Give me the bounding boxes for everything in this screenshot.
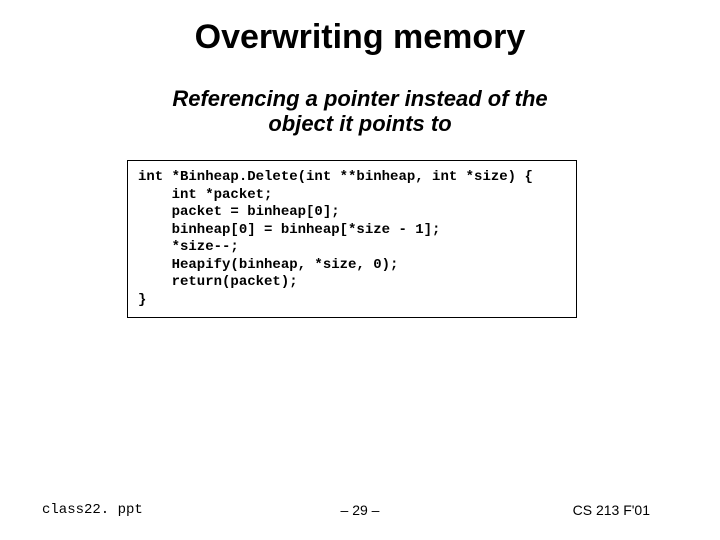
code-block: int *Binheap.Delete(int **binheap, int *… bbox=[127, 160, 577, 318]
slide: Overwriting memory Referencing a pointer… bbox=[0, 0, 720, 540]
slide-subtitle: Referencing a pointer instead of the obj… bbox=[0, 86, 720, 137]
footer-course: CS 213 F'01 bbox=[573, 502, 650, 518]
subtitle-line-1: Referencing a pointer instead of the bbox=[172, 86, 547, 111]
slide-title: Overwriting memory bbox=[0, 18, 720, 57]
subtitle-line-2: object it points to bbox=[268, 111, 451, 136]
